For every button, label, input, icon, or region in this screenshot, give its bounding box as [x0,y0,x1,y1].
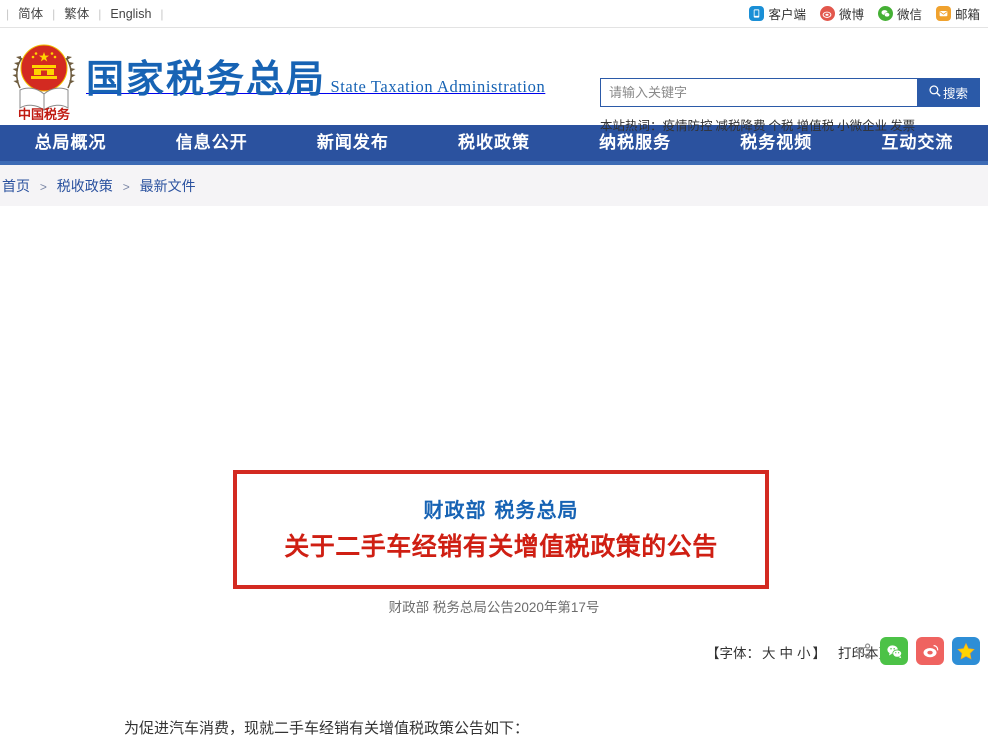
share-icon[interactable] [854,642,872,660]
search-button[interactable]: 搜索 [917,79,979,106]
lang-english[interactable]: English [101,7,160,21]
search-icon [928,84,942,101]
share-buttons [854,637,980,665]
article-section: 财政部 税务总局 关于二手车经销有关增值税政策的公告 财政部 税务总局公告202… [0,206,988,737]
hot-word-3[interactable]: 增值税 [797,119,835,133]
mail-link[interactable]: 邮箱 [935,4,980,23]
site-logo[interactable]: 中国税务 国家税务总局 State Taxation Administratio… [8,32,545,123]
document-number: 财政部 税务总局公告2020年第17号 [388,600,600,615]
font-size-small[interactable]: 小 [797,646,811,661]
hot-word-2[interactable]: 个税 [769,119,794,133]
page-title: 关于二手车经销有关增值税政策的公告 [284,531,718,561]
hot-words-label: 本站热词： [600,119,663,133]
nav-item-policy[interactable]: 税收政策 [423,125,564,161]
breadcrumb-separator-0: > [39,179,47,194]
nav-item-disclosure[interactable]: 信息公开 [141,125,282,161]
client-app-link[interactable]: 客户端 [749,4,806,23]
lang-traditional[interactable]: 繁体 [55,7,98,21]
weibo-label: 微博 [838,8,864,22]
search-box: 搜索 [600,78,980,107]
wechat-share-icon[interactable] [880,637,908,665]
wechat-link[interactable]: 微信 [877,4,922,23]
wechat-icon [877,6,893,21]
weibo-share-icon[interactable] [916,637,944,665]
font-size-control: 【字体：大中小】 [706,642,826,662]
top-utility-bar: | 简体 | 繁体 | English | 客户端 微博 微信 邮箱 [0,0,988,28]
font-size-medium[interactable]: 中 [780,646,794,661]
breadcrumb-item-policy[interactable]: 税收政策 [57,178,113,194]
search-area: 搜索 本站热词：疫情防控减税降费个税增值税小微企业发票 [600,78,980,134]
client-app-label: 客户端 [768,8,806,22]
breadcrumb-band: 首页 > 税收政策 > 最新文件 [0,165,988,206]
svg-text:中国税务: 中国税务 [18,107,71,120]
hot-words: 本站热词：疫情防控 减税降费 个税 增值税 小微企业 发票 [600,115,980,134]
top-quick-links: 客户端 微博 微信 邮箱 [749,0,980,27]
logo-title-cn: 国家税务总局 [86,57,327,101]
wechat-label: 微信 [896,8,922,22]
national-emblem-icon: 中国税务 [8,32,80,123]
breadcrumb-separator-1: > [122,179,130,194]
qzone-share-icon[interactable] [952,637,980,665]
site-header: 中国税务 国家税务总局 State Taxation Administratio… [0,28,988,133]
nav-item-overview[interactable]: 总局概况 [0,125,141,161]
article-title-box: 财政部 税务总局 关于二手车经销有关增值税政策的公告 [233,470,769,589]
client-app-icon [749,6,765,21]
nav-item-news[interactable]: 新闻发布 [282,125,423,161]
search-button-label: 搜索 [942,87,968,101]
mail-label: 邮箱 [954,8,980,22]
breadcrumb-item-home[interactable]: 首页 [2,178,30,194]
language-switcher: | 简体 | 繁体 | English | [0,7,164,21]
hot-word-5[interactable]: 发票 [890,119,915,133]
search-input[interactable] [601,79,917,106]
breadcrumb: 首页 > 税收政策 > 最新文件 [0,176,196,196]
weibo-link[interactable]: 微博 [819,4,864,23]
article-body-paragraph: 为促进汽车消费，现就二手车经销有关增值税政策公告如下： [124,720,530,737]
weibo-icon [819,6,835,21]
font-prefix: 【字体： [706,646,760,661]
font-suffix: 】 [812,646,827,661]
lang-simplified[interactable]: 简体 [9,7,52,21]
article-subtitle: 财政部 税务总局 [423,497,579,522]
lang-separator-3: | [160,6,164,21]
hot-word-0[interactable]: 疫情防控 [663,119,713,133]
page-root: | 简体 | 繁体 | English | 客户端 微博 微信 邮箱 中国税务 … [0,0,988,737]
logo-text-block: 国家税务总局 State Taxation Administration [86,51,545,101]
hot-word-1[interactable]: 减税降费 [716,119,766,133]
font-size-large[interactable]: 大 [762,646,776,661]
mail-icon [935,6,951,21]
hot-word-4[interactable]: 小微企业 [837,119,887,133]
breadcrumb-item-latest[interactable]: 最新文件 [140,178,196,194]
logo-title-en: State Taxation Administration [330,77,546,96]
